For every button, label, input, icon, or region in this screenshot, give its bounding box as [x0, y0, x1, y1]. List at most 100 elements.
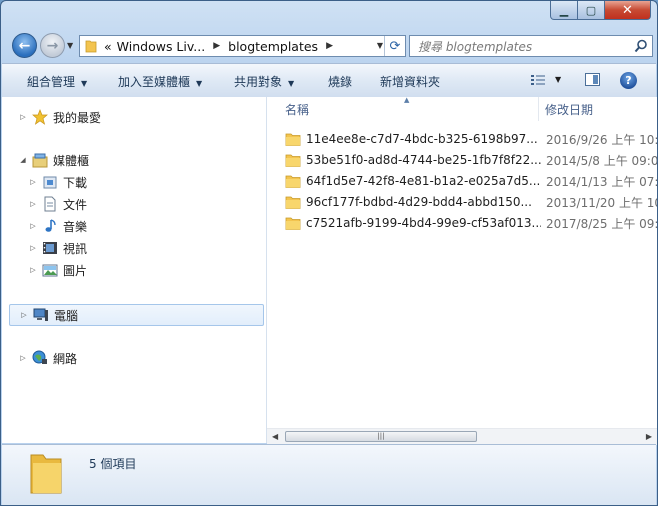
expand-arrow-icon[interactable]: ▷ [18, 113, 28, 121]
file-name: 53be51f0-ad8d-4744-be25-1fb7f8f22... [306, 153, 541, 167]
expand-arrow-icon[interactable]: ▷ [28, 266, 38, 274]
chevron-down-icon: ▼ [81, 79, 88, 88]
breadcrumb-chevron-icon[interactable]: ▶ [213, 41, 220, 51]
file-row[interactable]: 96cf177f-bdbd-4d29-bdd4-abbd150... 2013/… [285, 192, 657, 212]
preview-pane-icon[interactable] [585, 73, 600, 86]
horizontal-scrollbar[interactable]: ◀ ||| ▶ [267, 428, 657, 445]
details-pane: 5 個項目 [2, 444, 656, 505]
expand-arrow-icon[interactable]: ▷ [28, 222, 38, 230]
folder-icon [285, 133, 301, 146]
file-row[interactable]: 64f1d5e7-42f8-4e81-b1a2-e025a7d5... 2014… [285, 171, 657, 191]
item-count: 5 個項目 [89, 457, 137, 471]
file-date: 2016/9/26 上午 10: [546, 132, 658, 147]
search-box[interactable]: 搜尋 blogtemplates [409, 35, 653, 57]
tree-label: 我的最愛 [53, 110, 102, 125]
recent-pages-dropdown[interactable]: ▼ [67, 41, 73, 50]
star-icon [32, 109, 48, 125]
chevron-down-icon: ▼ [196, 79, 203, 88]
folder-icon [85, 40, 97, 53]
expand-arrow-icon[interactable]: ▷ [28, 200, 38, 208]
column-divider[interactable] [538, 97, 539, 121]
breadcrumb-windows-live[interactable]: Windows Liv... [117, 39, 206, 54]
sort-ascending-icon: ▲ [404, 96, 410, 104]
breadcrumb-blogtemplates[interactable]: blogtemplates [228, 39, 318, 54]
file-name: c7521afb-9199-4bd4-99e9-cf53af013... [306, 216, 541, 230]
file-date: 2014/1/13 上午 07: [546, 174, 658, 189]
folder-icon [285, 196, 301, 209]
navigation-pane: ▷ 我的最愛 ◢ 媒體櫃 ▷ 下載 ▷ 文件 ▷ 音樂 ▷ 視訊 ▷ 圖片 ▷ … [2, 97, 267, 443]
file-row[interactable]: 11e4ee8e-c7d7-4bdc-b325-6198b97... 2016/… [285, 129, 657, 149]
computer-icon [33, 308, 48, 321]
share-with-label: 共用對象 [234, 75, 283, 89]
tree-label: 媒體櫃 [53, 153, 90, 168]
refresh-icon[interactable]: ⟳ [384, 36, 405, 56]
column-name-label: 名稱 [285, 102, 310, 117]
file-row[interactable]: c7521afb-9199-4bd4-99e9-cf53af013... 201… [285, 213, 657, 233]
folder-icon [285, 217, 301, 230]
breadcrumb-chevron-icon[interactable]: ▶ [326, 41, 333, 51]
maximize-button[interactable]: ▢ [578, 1, 605, 20]
expand-arrow-icon[interactable]: ▷ [19, 311, 29, 319]
tree-item-documents[interactable]: ▷ 文件 [28, 194, 87, 214]
file-list-pane: 名稱 ▲ 修改日期 11e4ee8e-c7d7-4bdc-b325-6198b9… [267, 96, 657, 445]
tree-label: 電腦 [54, 308, 79, 323]
column-header-name[interactable]: 名稱 [285, 97, 309, 121]
address-bar[interactable]: « Windows Liv... ▶ blogtemplates ▶ ▼ ⟳ [79, 35, 406, 57]
view-dropdown-arrow[interactable]: ▼ [555, 75, 561, 84]
address-history-dropdown[interactable]: ▼ [377, 41, 383, 50]
share-with-menu[interactable]: 共用對象 ▼ [234, 73, 294, 90]
add-to-library-label: 加入至媒體櫃 [118, 75, 191, 89]
tree-item-network[interactable]: ▷ 網路 [18, 348, 77, 368]
caption-buttons: ▁ ▢ ✕ [550, 1, 651, 20]
folder-icon [285, 154, 301, 167]
tree-label: 音樂 [63, 219, 88, 234]
navigation-bar: ← → ▼ « Windows Liv... ▶ blogtemplates ▶… [9, 32, 653, 60]
search-icon[interactable] [634, 39, 648, 53]
scroll-left-icon[interactable]: ◀ [272, 432, 278, 441]
tree-item-favorites[interactable]: ▷ 我的最愛 [18, 107, 101, 127]
organize-label: 組合管理 [27, 75, 76, 89]
help-icon[interactable]: ? [620, 72, 637, 89]
folder-icon [285, 175, 301, 188]
expand-arrow-icon[interactable]: ▷ [28, 244, 38, 252]
view-options-icon[interactable] [530, 73, 546, 87]
document-icon [44, 196, 56, 212]
video-icon [43, 242, 57, 254]
music-icon [45, 219, 56, 232]
close-button[interactable]: ✕ [605, 1, 651, 20]
organize-menu[interactable]: 組合管理 ▼ [27, 73, 87, 90]
forward-button[interactable]: → [40, 33, 65, 58]
column-header-date-modified[interactable]: 修改日期 [545, 97, 593, 121]
downloads-icon [43, 176, 57, 189]
file-name: 11e4ee8e-c7d7-4bdc-b325-6198b97... [306, 132, 538, 146]
expand-arrow-icon[interactable]: ▷ [18, 354, 28, 362]
file-name: 64f1d5e7-42f8-4e81-b1a2-e025a7d5... [306, 174, 541, 188]
add-to-library-menu[interactable]: 加入至媒體櫃 ▼ [118, 73, 202, 90]
tree-label: 圖片 [63, 263, 88, 278]
tree-label: 視訊 [63, 241, 88, 256]
burn-button[interactable]: 燒錄 [328, 73, 352, 90]
tree-item-pictures[interactable]: ▷ 圖片 [28, 260, 87, 280]
column-date-label: 修改日期 [545, 102, 594, 117]
file-row[interactable]: 53be51f0-ad8d-4744-be25-1fb7f8f22... 201… [285, 150, 657, 170]
collapse-arrow-icon[interactable]: ◢ [18, 156, 28, 164]
search-placeholder[interactable]: 搜尋 blogtemplates [418, 38, 532, 55]
tree-item-videos[interactable]: ▷ 視訊 [28, 238, 87, 258]
tree-label: 網路 [53, 351, 78, 366]
expand-arrow-icon[interactable]: ▷ [28, 178, 38, 186]
command-bar: 組合管理 ▼ 加入至媒體櫃 ▼ 共用對象 ▼ 燒錄 新增資料夾 ▼ ? [2, 63, 656, 98]
scroll-right-icon[interactable]: ▶ [646, 432, 652, 441]
file-date: 2013/11/20 上午 10 [546, 195, 658, 210]
file-name: 96cf177f-bdbd-4d29-bdd4-abbd150... [306, 195, 532, 209]
tree-item-computer[interactable]: ▷ 電腦 [9, 304, 264, 326]
library-icon [32, 153, 48, 168]
new-folder-button[interactable]: 新增資料夾 [380, 73, 440, 90]
picture-icon [42, 264, 58, 277]
breadcrumb-overflow[interactable]: « [104, 39, 112, 54]
scrollbar-thumb[interactable]: ||| [285, 431, 477, 442]
minimize-button[interactable]: ▁ [550, 1, 578, 20]
back-button[interactable]: ← [12, 33, 37, 58]
tree-item-downloads[interactable]: ▷ 下載 [28, 172, 87, 192]
tree-item-libraries[interactable]: ◢ 媒體櫃 [18, 150, 89, 170]
tree-item-music[interactable]: ▷ 音樂 [28, 216, 87, 236]
